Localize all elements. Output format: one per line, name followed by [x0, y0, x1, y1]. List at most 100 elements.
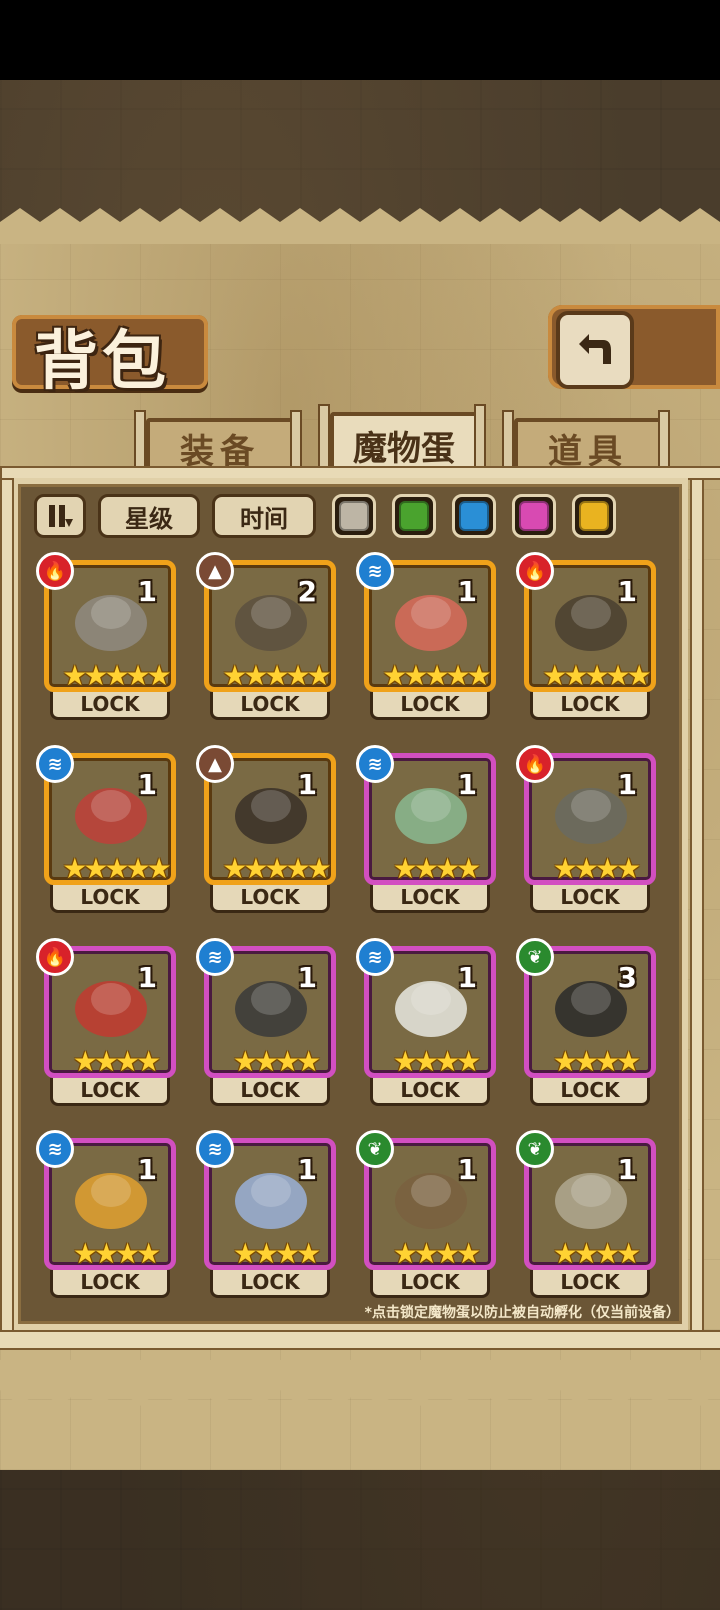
star-rating: ★★★★★	[222, 852, 331, 885]
swatch-purple-icon	[519, 501, 549, 531]
egg-count: 1	[457, 768, 477, 801]
lock-button[interactable]: LOCK	[210, 692, 330, 720]
lock-button[interactable]: LOCK	[210, 885, 330, 913]
star-rating: ★★★★★	[382, 659, 491, 692]
fire-element-icon: 🔥	[516, 552, 554, 590]
lock-button[interactable]: LOCK	[50, 885, 170, 913]
lock-button[interactable]: LOCK	[50, 692, 170, 720]
fire-element-icon: 🔥	[36, 938, 74, 976]
back-button[interactable]	[556, 311, 634, 389]
sort-by-star-button[interactable]: 星级	[98, 494, 200, 538]
lock-button[interactable]: LOCK	[50, 1270, 170, 1298]
egg-card[interactable]: 1 ★★★★ ≋ LOCK	[36, 1130, 176, 1298]
egg-card[interactable]: 3 ★★★★ ❦ LOCK	[516, 938, 656, 1106]
star-rating: ★★★★★	[222, 659, 331, 692]
egg-card[interactable]: 2 ★★★★★ ▲ LOCK	[196, 552, 336, 720]
egg-card[interactable]: 1 ★★★★★ ≋ LOCK	[36, 745, 176, 913]
egg-count: 1	[617, 575, 637, 608]
water-element-icon: ≋	[356, 745, 394, 783]
star-rating: ★★★★★	[62, 659, 171, 692]
lock-button[interactable]: LOCK	[50, 1078, 170, 1106]
star-rating: ★★★★	[552, 1045, 641, 1078]
tab-divider	[290, 410, 302, 474]
star-rating: ★★★★	[232, 1237, 321, 1270]
lock-button[interactable]: LOCK	[530, 1270, 650, 1298]
tab-divider	[658, 410, 670, 474]
star-rating: ★★★★	[232, 1045, 321, 1078]
swatch-green-icon	[399, 501, 429, 531]
sort-toggle-icon	[49, 505, 73, 527]
fire-element-icon: 🔥	[36, 552, 74, 590]
lock-button[interactable]: LOCK	[210, 1078, 330, 1106]
egg-count: 1	[297, 768, 317, 801]
lock-button[interactable]: LOCK	[530, 1078, 650, 1106]
sort-by-time-button[interactable]: 时间	[212, 494, 316, 538]
egg-card[interactable]: 1 ★★★★★ 🔥 LOCK	[36, 552, 176, 720]
status-bar	[0, 0, 720, 80]
tab-monster-eggs[interactable]: 魔物蛋	[330, 412, 478, 474]
egg-count: 1	[137, 961, 157, 994]
star-rating: ★★★★★	[62, 852, 171, 885]
water-element-icon: ≋	[356, 938, 394, 976]
filter-rarity-purple[interactable]	[512, 494, 556, 538]
egg-count: 3	[617, 961, 637, 994]
egg-count: 1	[137, 768, 157, 801]
star-rating: ★★★★	[552, 1237, 641, 1270]
page-title: 背包	[34, 325, 170, 399]
tab-divider	[502, 410, 514, 474]
lock-button[interactable]: LOCK	[370, 1078, 490, 1106]
egg-card[interactable]: 1 ★★★★ ≋ LOCK	[356, 938, 496, 1106]
egg-card[interactable]: 1 ★★★★★ ▲ LOCK	[196, 745, 336, 913]
egg-count: 1	[137, 1153, 157, 1186]
tab-divider	[134, 410, 146, 474]
swatch-blue-icon	[459, 501, 489, 531]
egg-card[interactable]: 1 ★★★★ ❦ LOCK	[516, 1130, 656, 1298]
egg-card[interactable]: 1 ★★★★ ≋ LOCK	[196, 938, 336, 1106]
egg-card[interactable]: 1 ★★★★ ≋ LOCK	[356, 745, 496, 913]
egg-card[interactable]: 1 ★★★★ ❦ LOCK	[356, 1130, 496, 1298]
swatch-gold-icon	[579, 501, 609, 531]
filter-rarity-gray[interactable]	[332, 494, 376, 538]
egg-card[interactable]: 1 ★★★★ 🔥 LOCK	[36, 938, 176, 1106]
filter-rarity-green[interactable]	[392, 494, 436, 538]
lock-button[interactable]: LOCK	[370, 692, 490, 720]
egg-card[interactable]: 1 ★★★★ ≋ LOCK	[196, 1130, 336, 1298]
panel-left-rail	[0, 478, 14, 1342]
lock-button[interactable]: LOCK	[530, 885, 650, 913]
star-rating: ★★★★	[72, 1045, 161, 1078]
lock-hint-text: *点击锁定魔物蛋以防止被自动孵化（仅当前设备）	[364, 1305, 680, 1321]
water-element-icon: ≋	[196, 938, 234, 976]
panel-right-rail	[690, 478, 704, 1342]
egg-card[interactable]: 1 ★★★★★ 🔥 LOCK	[516, 552, 656, 720]
wind-element-icon: ❦	[356, 1130, 394, 1168]
wind-element-icon: ❦	[516, 938, 554, 976]
torn-edge-top	[0, 208, 720, 244]
earth-element-icon: ▲	[196, 745, 234, 783]
filter-rarity-blue[interactable]	[452, 494, 496, 538]
egg-count: 1	[617, 1153, 637, 1186]
egg-count: 1	[137, 575, 157, 608]
egg-card[interactable]: 1 ★★★★★ ≋ LOCK	[356, 552, 496, 720]
sort-order-button[interactable]	[34, 494, 86, 538]
swatch-gray-icon	[339, 501, 369, 531]
egg-count: 1	[297, 961, 317, 994]
egg-count: 1	[297, 1153, 317, 1186]
egg-count: 1	[617, 768, 637, 801]
water-element-icon: ≋	[36, 745, 74, 783]
lock-button[interactable]: LOCK	[370, 1270, 490, 1298]
lock-button[interactable]: LOCK	[530, 692, 650, 720]
egg-card[interactable]: 1 ★★★★ 🔥 LOCK	[516, 745, 656, 913]
torn-edge-bottom	[0, 1360, 720, 1406]
egg-count: 2	[297, 575, 317, 608]
star-rating: ★★★★	[392, 1237, 481, 1270]
back-arrow-icon	[579, 334, 611, 364]
water-element-icon: ≋	[196, 1130, 234, 1168]
star-rating: ★★★★	[392, 852, 481, 885]
fire-element-icon: 🔥	[516, 745, 554, 783]
filter-rarity-gold[interactable]	[572, 494, 616, 538]
lock-button[interactable]: LOCK	[370, 885, 490, 913]
egg-count: 1	[457, 575, 477, 608]
star-rating: ★★★★	[552, 852, 641, 885]
star-rating: ★★★★	[72, 1237, 161, 1270]
lock-button[interactable]: LOCK	[210, 1270, 330, 1298]
